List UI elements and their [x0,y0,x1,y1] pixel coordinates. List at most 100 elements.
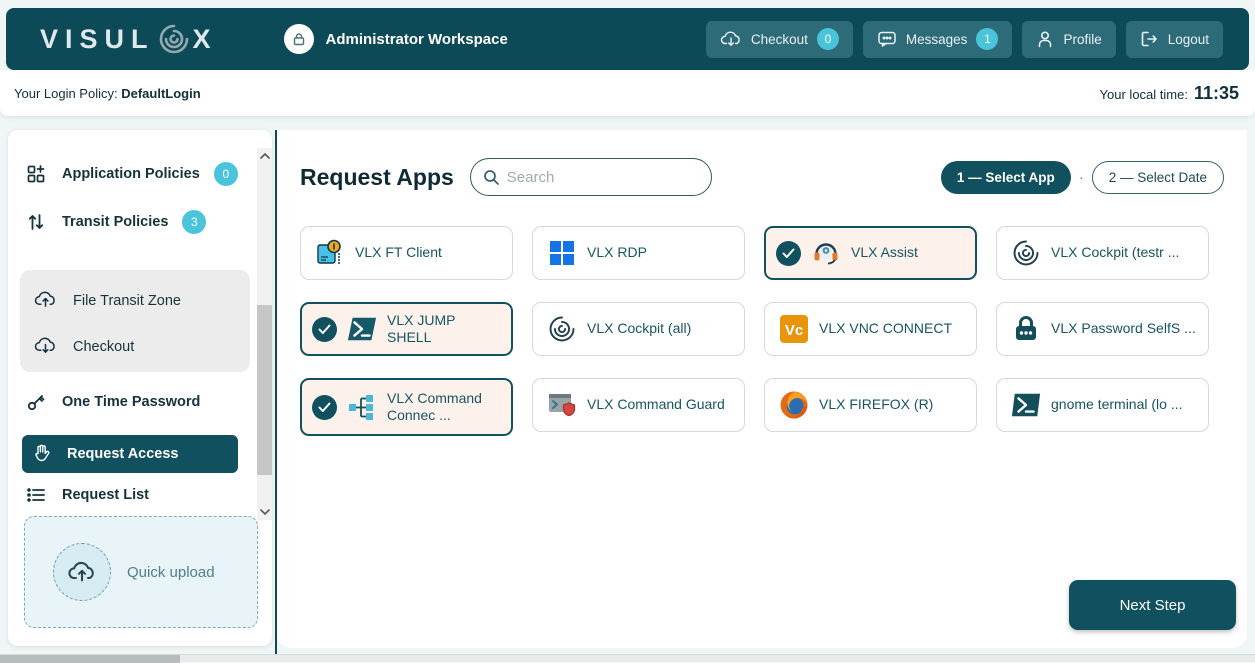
message-icon [877,30,897,48]
logout-icon [1140,30,1159,48]
workspace-lock-badge [284,24,314,54]
selected-check-icon [312,395,337,420]
app-card-vlx-rdp[interactable]: VLX RDP [532,226,745,280]
messages-badge: 1 [976,28,998,50]
app-logo: VISUL X [40,22,218,56]
app-card-vlx-cockpit-testr[interactable]: VLX Cockpit (testr ... [996,226,1209,280]
app-card-gnome-terminal[interactable]: gnome terminal (lo ... [996,378,1209,432]
sidebar-group: File Transit Zone Checkout [20,270,250,372]
app-card-vlx-assist[interactable]: VLX Assist [764,226,977,280]
next-step-button[interactable]: Next Step [1069,580,1236,630]
hand-icon [30,444,54,464]
main-panel: Request Apps 1 — Select App · 2 — Select… [277,130,1247,648]
scroll-up-icon[interactable] [257,148,272,164]
app-card-vlx-firefox[interactable]: VLX FIREFOX (R) [764,378,977,432]
app-card-vlx-jump-shell[interactable]: VLX JUMP SHELL [300,302,513,356]
app-card-label: VLX VNC CONNECT [819,320,952,338]
checkout-button[interactable]: Checkout 0 [706,21,853,58]
app-card-label: VLX Password SelfS ... [1051,320,1196,338]
search-box[interactable] [470,158,712,196]
app-card-vlx-command-guard[interactable]: VLX Command Guard [532,378,745,432]
search-input[interactable] [507,169,677,186]
app-card-grid: VLX FT Client VLX RDP [300,226,1224,436]
app-card-label: VLX Cockpit (all) [587,320,691,338]
firefox-icon [779,390,809,420]
app-grid-plus-icon [24,164,48,184]
app-card-vlx-vnc-connect[interactable]: Vc VLX VNC CONNECT [764,302,977,356]
sidebar-item-application-policies[interactable]: Application Policies 0 [24,162,264,186]
sidebar-item-label: Transit Policies [62,214,168,230]
app-card-label: VLX RDP [587,244,647,262]
app-card-label: VLX Command Guard [587,396,725,414]
quick-upload-label: Quick upload [127,564,215,581]
app-card-label: VLX Command Connec ... [387,390,501,425]
local-time-value: 11:35 [1194,83,1239,104]
transit-policies-badge: 3 [182,210,206,234]
workspace-title: Administrator Workspace [326,31,508,48]
app-card-vlx-ft-client[interactable]: VLX FT Client [300,226,513,280]
selected-check-icon [312,317,337,342]
cloud-download-icon [720,30,742,48]
application-policies-badge: 0 [214,162,238,186]
profile-button-label: Profile [1063,32,1101,47]
logo-spiral-icon [157,22,191,56]
checkout-badge: 0 [817,28,839,50]
terminal-icon [1011,390,1041,420]
hierarchy-icon [347,392,377,422]
sidebar-item-label: One Time Password [62,394,200,410]
sidebar-item-file-transit-zone[interactable]: File Transit Zone [34,278,250,324]
app-card-label: VLX Assist [851,244,918,262]
windows-logo-icon [547,238,577,268]
app-card-vlx-password-selfservice[interactable]: VLX Password SelfS ... [996,302,1209,356]
step-select-app[interactable]: 1 — Select App [941,161,1071,194]
sidebar-item-label: Request Access [67,446,179,462]
selected-check-icon [776,241,801,266]
app-card-label: VLX Cockpit (testr ... [1051,244,1179,262]
sidebar-item-label: File Transit Zone [73,293,181,309]
app-card-label: VLX FIREFOX (R) [819,396,933,414]
terminal-shield-icon [547,390,577,420]
header-bar: VISUL X Administrator Workspace Checkout… [6,8,1249,70]
logout-button[interactable]: Logout [1126,21,1223,58]
key-icon [24,392,48,412]
vnc-logo-icon: Vc [779,314,809,344]
app-card-vlx-cockpit-all[interactable]: VLX Cockpit (all) [532,302,745,356]
cockpit-spiral-icon [547,314,577,344]
sidebar: Application Policies 0 Transit Policies … [8,130,272,646]
sidebar-item-label: Application Policies [62,166,200,182]
profile-button[interactable]: Profile [1022,21,1115,58]
up-down-arrows-icon [24,212,48,232]
quick-upload-circle [53,543,111,601]
logo-text-right: X [193,24,218,55]
app-card-vlx-command-connect[interactable]: VLX Command Connec ... [300,378,513,436]
scroll-down-icon[interactable] [257,504,272,520]
powershell-icon [347,314,377,344]
cloud-download-icon [34,336,57,359]
login-policy-value: DefaultLogin [121,86,200,101]
quick-upload-dropzone[interactable]: Quick upload [24,516,258,628]
messages-button-label: Messages [906,32,968,47]
sidebar-item-request-access[interactable]: Request Access [22,435,238,473]
search-icon [483,169,500,186]
person-icon [1036,30,1054,49]
sidebar-item-request-list[interactable]: Request List [24,486,149,504]
vnc-logo-text: Vc [785,322,803,339]
step-select-date[interactable]: 2 — Select Date [1092,161,1224,194]
step-separator: · [1079,169,1084,186]
app-card-label: VLX FT Client [355,244,442,262]
sidebar-item-checkout[interactable]: Checkout [34,324,250,370]
checkout-button-label: Checkout [751,32,808,47]
sidebar-item-one-time-password[interactable]: One Time Password [24,392,200,412]
page-title: Request Apps [300,164,454,191]
logout-button-label: Logout [1168,32,1209,47]
sidebar-scrollbar-thumb[interactable] [257,305,272,475]
sidebar-item-transit-policies[interactable]: Transit Policies 3 [24,210,232,234]
ft-client-icon [315,238,345,268]
login-policy-label: Your Login Policy: [14,86,118,101]
local-time-label: Your local time: [1100,87,1188,102]
messages-button[interactable]: Messages 1 [863,21,1013,58]
sidebar-scrollbar[interactable] [257,148,272,520]
cloud-upload-icon [67,560,97,584]
app-card-label: gnome terminal (lo ... [1051,396,1183,414]
horizontal-scrollbar[interactable] [0,654,1255,662]
